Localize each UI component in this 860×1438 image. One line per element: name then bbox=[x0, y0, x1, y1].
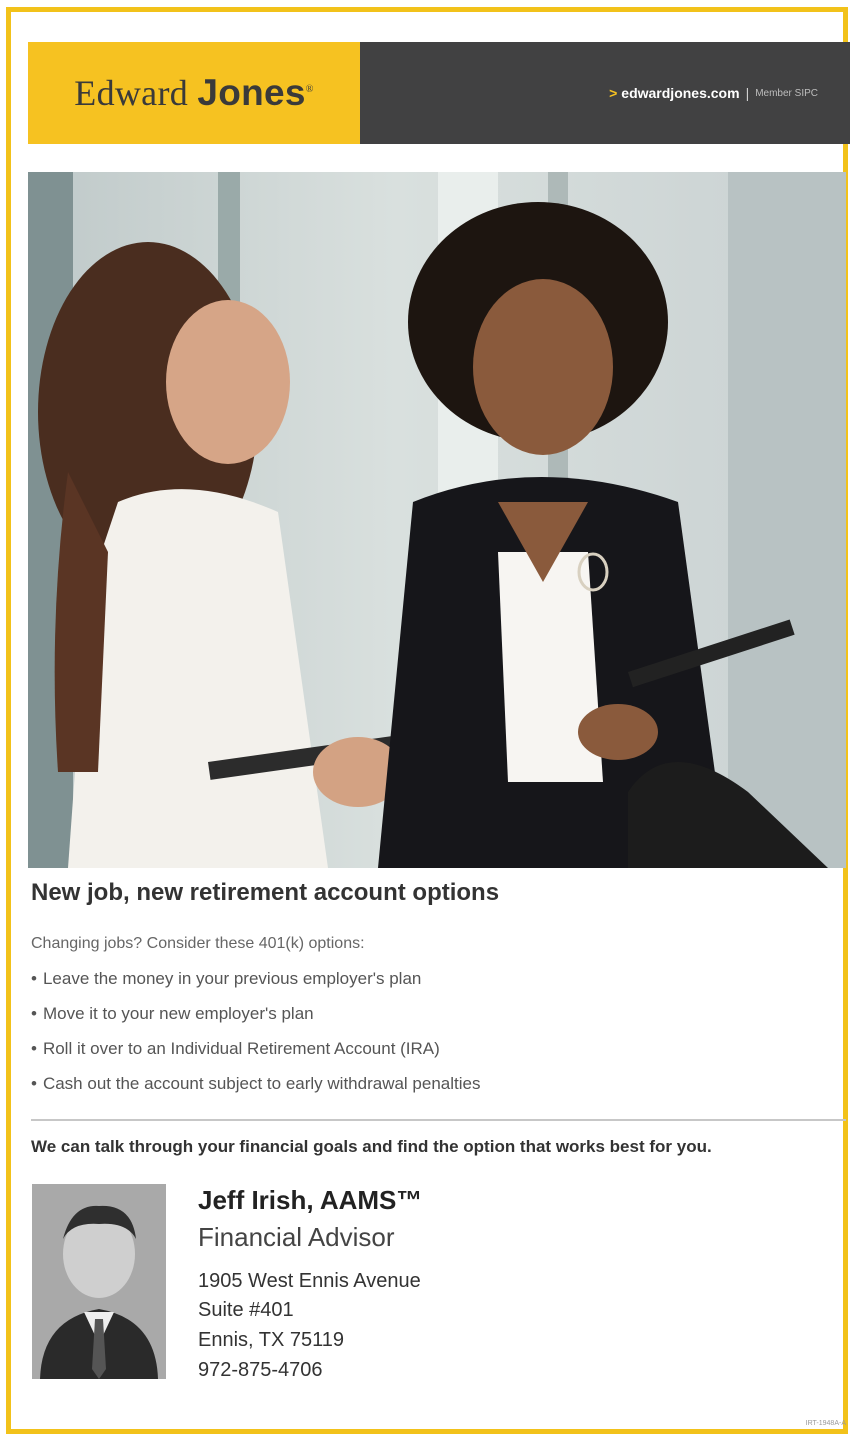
phone-number[interactable]: 972-875-4706 bbox=[198, 1359, 323, 1382]
brand-header: Edward Jones® > edwardjones.com | Member … bbox=[28, 42, 850, 144]
options-list: Leave the money in your previous employe… bbox=[31, 964, 481, 1104]
city-state-zip: Ennis, TX 75119 bbox=[198, 1329, 345, 1351]
ad-code: IRT-1948A-A bbox=[805, 1420, 846, 1427]
list-item: Roll it over to an Individual Retirement… bbox=[31, 1034, 480, 1069]
address-line-1: 1905 West Ennis Avenue bbox=[198, 1270, 421, 1292]
site-bar: > edwardjones.com | Member SIPC bbox=[360, 42, 850, 144]
website-link[interactable]: > edwardjones.com bbox=[609, 85, 739, 101]
divider bbox=[31, 1119, 846, 1121]
logo-mark: ® bbox=[305, 84, 314, 95]
list-item: Cash out the account subject to early wi… bbox=[31, 1069, 481, 1104]
separator: | bbox=[745, 85, 750, 101]
hero-photo bbox=[28, 172, 846, 868]
headline: New job, new retirement account options bbox=[31, 879, 500, 906]
member-sipc: Member SIPC bbox=[755, 87, 818, 99]
website-label: edwardjones.com bbox=[621, 85, 740, 101]
logo: Edward Jones® bbox=[28, 42, 360, 144]
intro-text: Changing jobs? Consider these 401(k) opt… bbox=[31, 935, 365, 952]
logo-second: Jones bbox=[197, 72, 306, 113]
address-line-2: Suite #401 bbox=[198, 1299, 294, 1321]
list-item: Leave the money in your previous employe… bbox=[31, 964, 480, 999]
advisor-portrait bbox=[32, 1184, 166, 1379]
list-item: Move it to your new employer's plan bbox=[31, 999, 480, 1034]
advisor-name: Jeff Irish, AAMS™ bbox=[198, 1185, 423, 1215]
tagline: We can talk through your financial goals… bbox=[31, 1137, 712, 1156]
logo-text: Edward Jones® bbox=[74, 72, 313, 114]
advisor-title: Financial Advisor bbox=[198, 1222, 395, 1252]
hero-photo-illustration bbox=[28, 172, 846, 868]
logo-first: Edward bbox=[74, 73, 189, 113]
chevron-right-icon: > bbox=[609, 85, 618, 101]
avatar bbox=[32, 1184, 166, 1379]
